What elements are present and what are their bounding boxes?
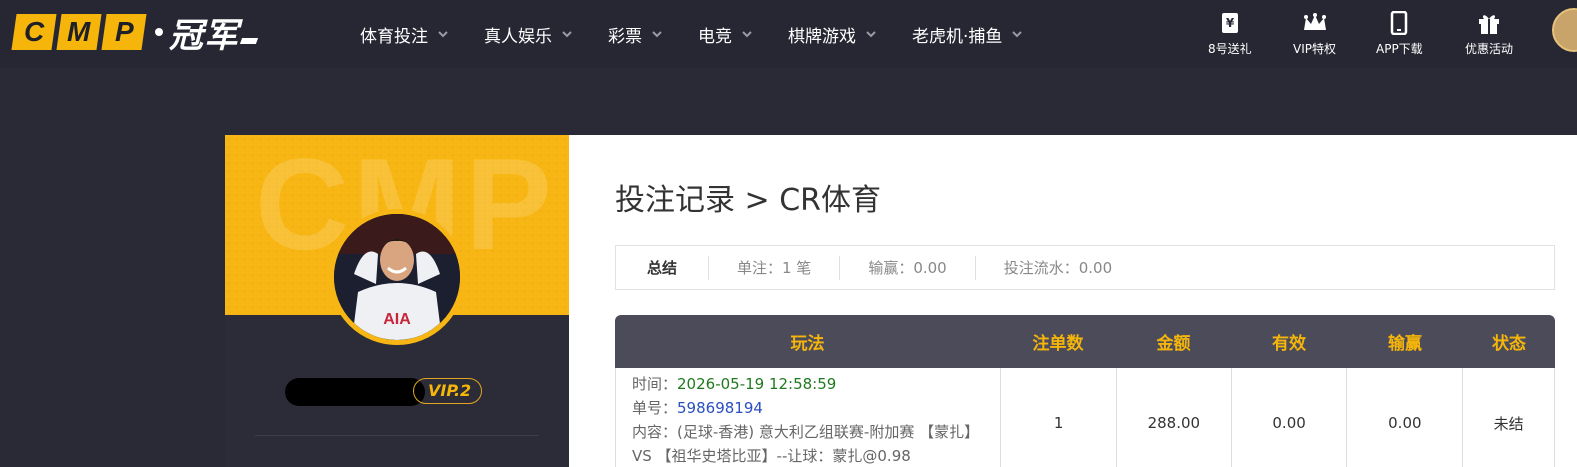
column-header-bet-type: 玩法	[790, 334, 825, 354]
summary-label: 总结	[646, 259, 677, 277]
summary-winloss: 输赢：0.00	[868, 259, 947, 277]
chevron-down-icon	[652, 29, 662, 39]
bet-amount-cell: 288.00	[1115, 368, 1231, 467]
svg-text:¥: ¥	[1226, 16, 1235, 30]
top-header: C M P 冠军 体育投注 真人娱乐 彩票 电竞 棋牌游戏 老虎机·捕鱼 ¥ 8…	[0, 0, 1577, 68]
profile-divider	[255, 435, 539, 436]
quick-link-app-download[interactable]: APP下载	[1376, 10, 1423, 60]
nav-label: 棋牌游戏	[788, 26, 856, 47]
summary-bar: 总结 单注：1 笔 输赢：0.00 投注流水：0.00	[615, 245, 1555, 290]
bet-content-line: 内容：(足球-香港) 意大利乙组联赛-附加赛 【蒙扎】 VS 【祖华史塔比亚】-…	[632, 420, 984, 467]
column-header-winloss: 输赢	[1388, 334, 1422, 354]
avatar-photo-placeholder: AIA	[334, 214, 460, 340]
main-nav: 体育投注 真人娱乐 彩票 电竞 棋牌游戏 老虎机·捕鱼	[360, 0, 1058, 68]
vip-level-badge: VIP.2	[413, 378, 483, 404]
quick-link-label: VIP特权	[1293, 42, 1336, 56]
content-label: 内容：	[632, 423, 678, 441]
chevron-down-icon	[742, 29, 752, 39]
quick-link-label: APP下载	[1376, 42, 1423, 56]
page-title: 投注记录 > CR体育	[615, 183, 882, 218]
nav-live-casino[interactable]: 真人娱乐	[484, 22, 572, 47]
quick-link-vip[interactable]: VIP特权	[1293, 10, 1336, 60]
nav-label: 体育投注	[360, 26, 428, 47]
main-content: 投注记录 > CR体育 总结 单注：1 笔 输赢：0.00 投注流水：0.00 …	[569, 135, 1577, 467]
bet-detail-cell: 时间：2026-05-19 12:58:59 单号：598698194 内容：(…	[616, 368, 1000, 467]
bet-winloss-cell: 0.00	[1346, 368, 1462, 467]
logo-tail-mark	[239, 38, 259, 44]
column-header-status: 状态	[1492, 334, 1526, 354]
bet-content: (足球-香港) 意大利乙组联赛-附加赛 【蒙扎】 VS 【祖华史塔比亚】--让球…	[632, 423, 980, 465]
nav-slots-fishing[interactable]: 老虎机·捕鱼	[912, 22, 1023, 47]
chevron-down-icon	[562, 29, 572, 39]
quick-link-gift-8[interactable]: ¥ 8号送礼	[1208, 10, 1252, 60]
nav-label: 真人娱乐	[484, 26, 552, 47]
bet-valid-cell: 0.00	[1230, 368, 1347, 467]
username-redacted	[285, 378, 425, 406]
logo-chinese-text: 冠军	[169, 15, 239, 56]
table-header: 玩法 注单数 金额 有效 输赢 状态	[615, 315, 1555, 368]
crown-icon	[1302, 10, 1328, 36]
profile-card: CMP AIA VIP.2	[225, 135, 569, 467]
bet-status-cell: 未结	[1462, 368, 1554, 467]
summary-turnover: 投注流水：0.00	[1003, 259, 1113, 277]
bet-order-line: 单号：598698194	[632, 396, 984, 420]
order-label: 单号：	[632, 399, 678, 417]
bet-count-cell: 1	[1000, 368, 1116, 467]
nav-card-games[interactable]: 棋牌游戏	[788, 22, 876, 47]
chevron-down-icon	[866, 29, 876, 39]
bet-records-table: 玩法 注单数 金额 有效 输赢 状态 时间：2026-05-19 12:58:5…	[615, 315, 1555, 467]
nav-label: 老虎机·捕鱼	[912, 26, 1003, 47]
nav-lottery[interactable]: 彩票	[608, 22, 662, 47]
logo-dot	[155, 28, 163, 36]
quick-link-label: 优惠活动	[1465, 42, 1514, 56]
bet-time-line: 时间：2026-05-19 12:58:59	[632, 372, 984, 396]
quick-link-label: 8号送礼	[1208, 42, 1252, 56]
gift-box-icon	[1476, 10, 1502, 36]
logo-letter-p: P	[101, 14, 147, 50]
nav-label: 电竞	[698, 26, 732, 47]
chevron-down-icon	[1012, 29, 1023, 39]
column-header-amount: 金额	[1156, 334, 1191, 354]
svg-text:AIA: AIA	[383, 311, 411, 328]
logo-letter-c: C	[11, 14, 57, 50]
user-avatar[interactable]: AIA	[329, 209, 465, 345]
bet-time: 2026-05-19 12:58:59	[677, 375, 837, 393]
phone-icon	[1386, 10, 1412, 36]
yen-gift-icon: ¥	[1217, 10, 1243, 36]
logo-letter-m: M	[56, 14, 102, 50]
time-label: 时间：	[632, 375, 678, 393]
chevron-down-icon	[438, 29, 448, 39]
summary-single-count: 单注：1 笔	[737, 259, 812, 277]
column-header-count: 注单数	[1032, 334, 1084, 354]
table-row[interactable]: 时间：2026-05-19 12:58:59 单号：598698194 内容：(…	[615, 368, 1555, 467]
quick-link-promotions[interactable]: 优惠活动	[1465, 10, 1513, 60]
nav-esports[interactable]: 电竞	[698, 22, 752, 47]
site-logo[interactable]: C M P 冠军	[11, 12, 259, 56]
nav-label: 彩票	[608, 26, 642, 47]
nav-sports[interactable]: 体育投注	[360, 22, 448, 47]
bet-order-number[interactable]: 598698194	[677, 399, 763, 417]
column-header-valid: 有效	[1272, 334, 1306, 354]
